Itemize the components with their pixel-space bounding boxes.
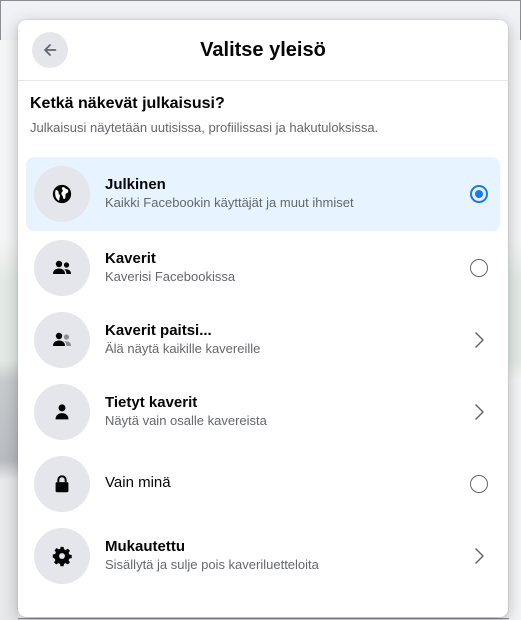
option-text: Tietyt kaverit Näytä vain osalle kaverei… xyxy=(105,394,267,429)
lock-icon xyxy=(55,475,69,493)
dialog-header: Valitse yleisö xyxy=(18,20,508,81)
chevron-right-icon xyxy=(475,332,484,348)
option-radio[interactable] xyxy=(468,473,490,495)
radio-selected-icon xyxy=(470,185,488,203)
option-label: Tietyt kaverit xyxy=(105,394,198,411)
audience-question: Ketkä näkevät julkaisusi? xyxy=(30,95,225,112)
option-text: Kaverit paitsi... Älä näytä kaikille kav… xyxy=(105,322,260,357)
dialog-intro: Ketkä näkevät julkaisusi? Julkaisusi näy… xyxy=(18,81,508,135)
back-button[interactable] xyxy=(32,32,68,68)
option-icon-wrap xyxy=(34,312,90,368)
option-text: Mukautettu Sisällytä ja sulje pois kaver… xyxy=(105,538,319,573)
option-icon-wrap xyxy=(34,240,90,296)
option-chevron[interactable] xyxy=(468,329,490,351)
option-text: Kaverit Kaverisi Facebookissa xyxy=(105,250,235,285)
option-icon-wrap xyxy=(34,456,90,512)
option-label: Kaverit paitsi... xyxy=(105,322,212,339)
option-description: Älä näytä kaikille kavereille xyxy=(105,341,261,356)
background-left-strip xyxy=(0,40,18,620)
option-chevron[interactable] xyxy=(468,545,490,567)
option-label: Mukautettu xyxy=(105,538,185,555)
chevron-right-icon xyxy=(475,404,484,420)
option-friends-except[interactable]: Kaverit paitsi... Älä näytä kaikille kav… xyxy=(26,305,500,375)
option-radio[interactable] xyxy=(468,257,490,279)
option-custom[interactable]: Mukautettu Sisällytä ja sulje pois kaver… xyxy=(26,521,500,591)
option-chevron[interactable] xyxy=(468,401,490,423)
option-description: Sisällytä ja sulje pois kaveriluetteloit… xyxy=(105,557,319,572)
option-icon-wrap xyxy=(34,384,90,440)
option-icon-wrap xyxy=(34,166,90,222)
option-only-me[interactable]: Vain minä xyxy=(26,449,500,519)
option-text: Julkinen Kaikki Facebookin käyttäjät ja … xyxy=(105,176,354,211)
option-label: Vain minä xyxy=(105,474,171,491)
option-description: Kaverisi Facebookissa xyxy=(105,269,236,284)
option-label: Kaverit xyxy=(105,250,156,267)
option-friends[interactable]: Kaverit Kaverisi Facebookissa xyxy=(26,233,500,303)
audience-options: Julkinen Kaikki Facebookin käyttäjät ja … xyxy=(26,157,500,591)
background-right-strip xyxy=(509,40,521,620)
audience-subtitle: Julkaisusi näytetään uutisissa, profiili… xyxy=(30,120,379,135)
option-description: Näytä vain osalle kavereista xyxy=(105,413,267,428)
audience-dialog: Valitse yleisö Ketkä näkevät julkaisusi?… xyxy=(18,20,508,617)
friends-except-icon xyxy=(53,332,71,346)
option-specific-friends[interactable]: Tietyt kaverit Näytä vain osalle kaverei… xyxy=(26,377,500,447)
friends-icon xyxy=(53,260,71,274)
option-public[interactable]: Julkinen Kaikki Facebookin käyttäjät ja … xyxy=(26,157,500,231)
option-label: Julkinen xyxy=(105,176,166,193)
arrow-left-icon xyxy=(44,44,57,56)
option-radio[interactable] xyxy=(468,183,490,205)
dialog-title: Valitse yleisö xyxy=(200,38,326,61)
option-description: Kaikki Facebookin käyttäjät ja muut ihmi… xyxy=(105,195,354,210)
radio-unselected-icon xyxy=(470,259,488,277)
option-text: Vain minä xyxy=(105,474,171,492)
person-icon xyxy=(55,404,69,420)
option-icon-wrap xyxy=(34,528,90,584)
chevron-right-icon xyxy=(475,548,484,564)
gear-icon xyxy=(52,546,72,567)
globe-icon xyxy=(52,184,72,204)
radio-unselected-icon xyxy=(470,475,488,493)
